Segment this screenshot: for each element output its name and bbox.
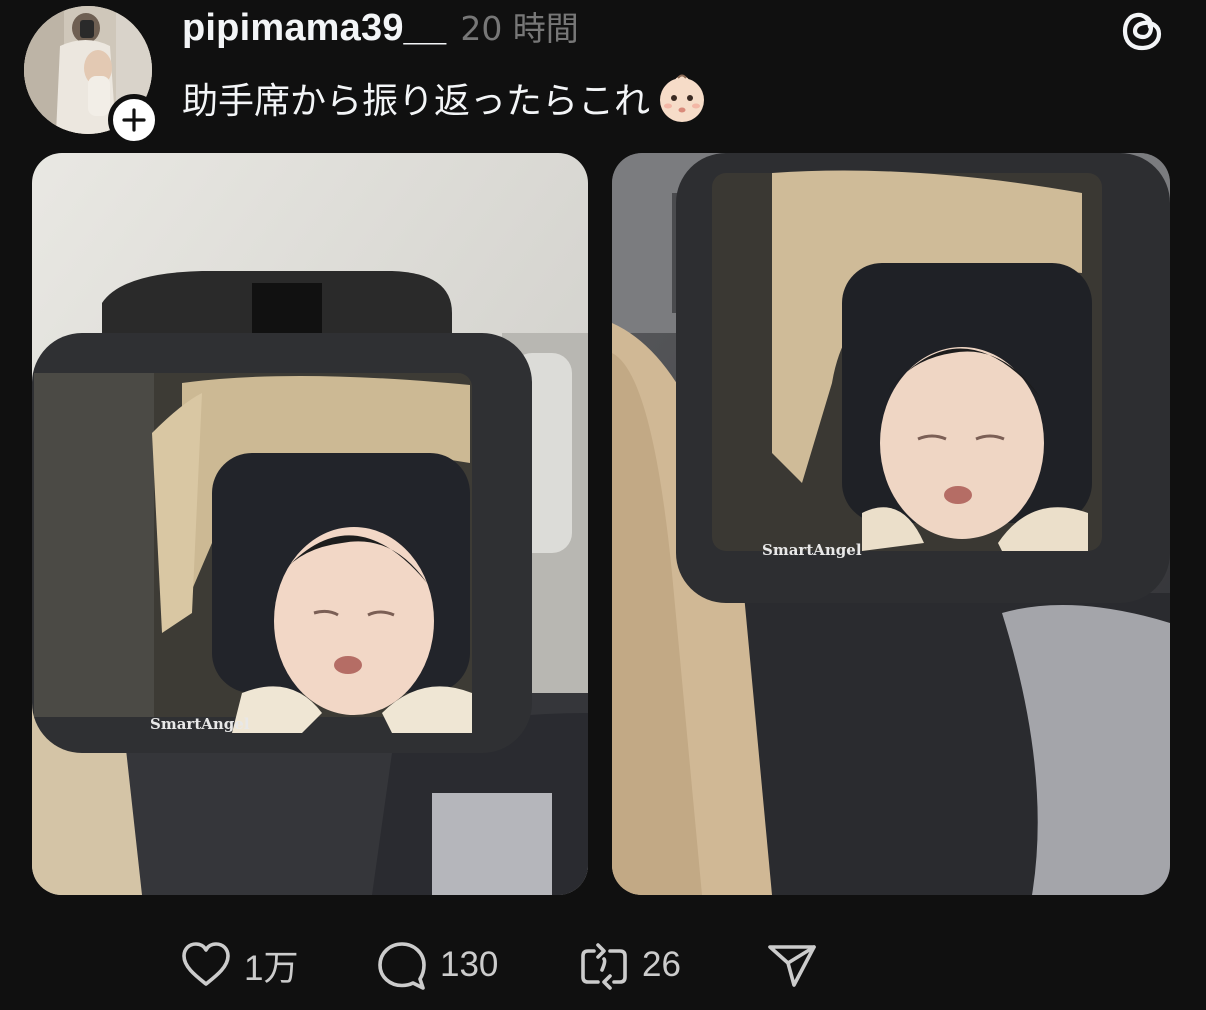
- reply-button[interactable]: 130: [374, 930, 498, 1000]
- post-timestamp[interactable]: 20 時間: [460, 2, 578, 50]
- comment-bubble-icon: [374, 937, 430, 993]
- reply-count: 130: [440, 945, 499, 984]
- repost-count: 26: [642, 945, 681, 984]
- mirror-brand-label-2: SmartAngel: [762, 541, 862, 559]
- media-carousel: SmartAngel SmartAngel: [32, 153, 1172, 895]
- post-header: pipimama39__ 20 時間: [182, 2, 579, 50]
- mirror-brand-label-1: SmartAngel: [150, 715, 250, 733]
- paper-plane-icon: [764, 937, 820, 993]
- like-count: 1万: [244, 948, 299, 988]
- plus-icon: [121, 107, 147, 133]
- follow-button[interactable]: [108, 94, 160, 146]
- baby-face-emoji-icon: [654, 70, 710, 126]
- caption-text: 助手席から振り返ったらこれ: [182, 81, 651, 122]
- share-button[interactable]: [764, 930, 820, 1000]
- username-link[interactable]: pipimama39__: [182, 7, 446, 50]
- repost-arrows-icon: [576, 937, 632, 993]
- threads-logo-icon[interactable]: [1116, 4, 1168, 56]
- post-actions: 1万 130 26: [178, 930, 878, 1000]
- post-image-2[interactable]: SmartAngel: [612, 153, 1170, 895]
- heart-icon: [178, 937, 234, 993]
- avatar-container: [24, 6, 160, 146]
- post-caption: 助手席から振り返ったらこれ: [182, 70, 710, 126]
- post-image-1[interactable]: SmartAngel: [32, 153, 588, 895]
- threads-post: pipimama39__ 20 時間 助手席から振り返ったらこれ SmartAn…: [0, 0, 1206, 1010]
- like-button[interactable]: 1万: [178, 930, 298, 1000]
- repost-button[interactable]: 26: [576, 930, 681, 1000]
